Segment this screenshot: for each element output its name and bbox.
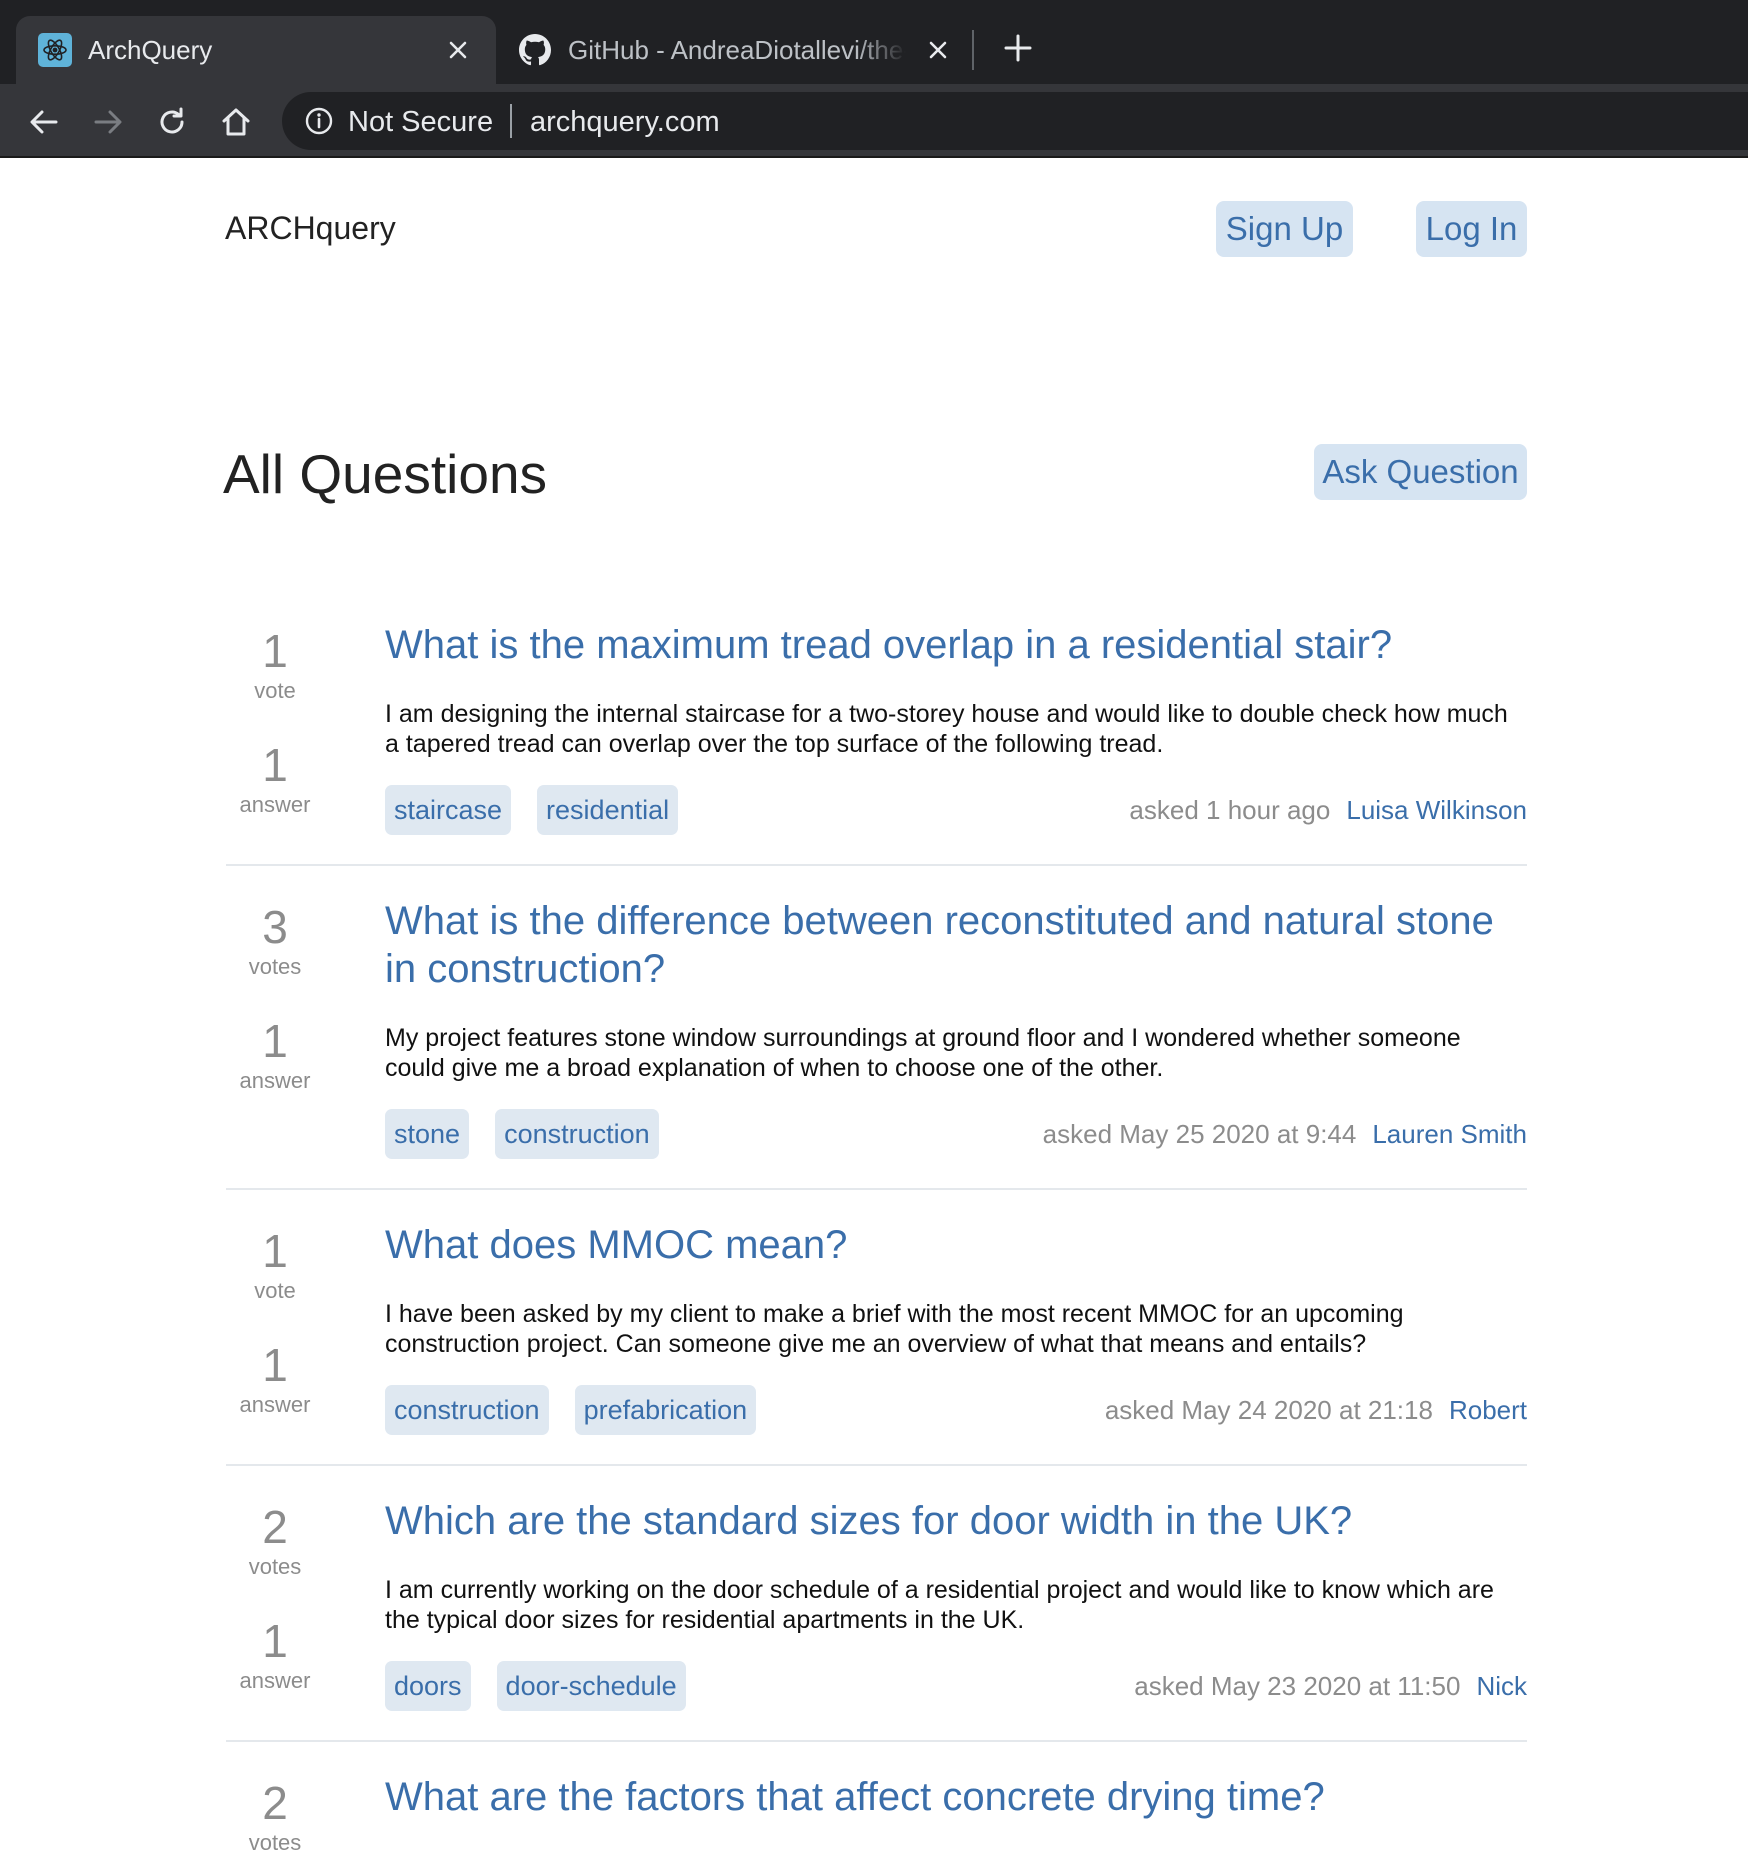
vote-label: vote (254, 1278, 296, 1303)
vote-count: 1 vote (226, 628, 324, 704)
asked-info: asked 1 hour ago Luisa Wilkinson (1129, 785, 1527, 835)
question-meta: doors door-schedule asked May 23 2020 at … (385, 1661, 1527, 1711)
log-in-button[interactable]: Log In (1416, 201, 1527, 257)
answer-count: 1 answer (226, 1618, 324, 1694)
page-title: All Questions (223, 443, 548, 505)
question-meta: staircase residential asked 1 hour ago Lui… (385, 785, 1527, 835)
react-icon (38, 33, 72, 67)
brand-logo[interactable]: ARCHquery (225, 210, 396, 247)
vote-label: votes (248, 1830, 302, 1855)
vote-count: 2 votes (226, 1504, 324, 1580)
question-title-link[interactable]: Which are the standard sizes for door wi… (385, 1497, 1527, 1545)
new-tab-plus-icon[interactable] (1000, 30, 1036, 66)
question-item: 1 vote 1 answer What is the maximum trea… (226, 590, 1527, 866)
tag-construction[interactable]: construction (385, 1385, 549, 1435)
question-stats: 2 votes (226, 1780, 324, 1856)
question-title-link[interactable]: What does MMOC mean? (385, 1221, 1527, 1269)
home-icon[interactable] (216, 102, 256, 142)
question-title-link[interactable]: What are the factors that affect concret… (385, 1773, 1527, 1821)
tag-staircase[interactable]: staircase (385, 785, 512, 835)
vote-number: 1 (262, 1225, 288, 1277)
tag-residential[interactable]: residential (537, 785, 679, 835)
vote-number: 2 (262, 1777, 288, 1829)
answer-count: 1 answer (226, 1342, 324, 1418)
vote-count: 2 votes (226, 1780, 324, 1856)
github-icon (518, 33, 552, 67)
question-excerpt: I am designing the internal staircase fo… (385, 700, 1508, 758)
asked-info: asked May 23 2020 at 11:50 Nick (1134, 1661, 1527, 1711)
asked-info: asked May 25 2020 at 9:44 Lauren Smith (1043, 1109, 1527, 1159)
reload-icon[interactable] (152, 102, 192, 142)
vote-count: 3 votes (226, 904, 324, 980)
answer-label: answer (239, 1668, 311, 1693)
tab-divider (972, 30, 974, 70)
question-stats: 2 votes 1 answer (226, 1504, 324, 1694)
close-icon[interactable] (444, 36, 472, 64)
answer-count: 1 answer (226, 742, 324, 818)
question-stats: 3 votes 1 answer (226, 904, 324, 1094)
tag-prefabrication[interactable]: prefabrication (574, 1385, 757, 1435)
answer-number: 1 (262, 1339, 288, 1391)
question-item: 2 votes 1 answer Which are the standard … (226, 1466, 1527, 1742)
ask-question-button[interactable]: Ask Question (1314, 444, 1527, 500)
asked-info: asked May 24 2020 at 21:18 Robert (1105, 1385, 1527, 1435)
address-bar[interactable]: Not Secure archquery.com (282, 92, 1748, 150)
question-excerpt: I am currently working on the door sched… (385, 1576, 1494, 1634)
author-link[interactable]: Nick (1476, 1671, 1527, 1701)
answer-number: 1 (262, 1015, 288, 1067)
vote-label: votes (248, 1554, 302, 1579)
vote-number: 2 (262, 1501, 288, 1553)
question-stats: 1 vote 1 answer (226, 628, 324, 818)
question-title-link[interactable]: What is the difference between reconstit… (385, 897, 1527, 993)
tag-construction[interactable]: construction (495, 1109, 659, 1159)
browser-toolbar: Not Secure archquery.com (0, 84, 1748, 158)
question-meta: construction prefabrication asked May 24 … (385, 1385, 1527, 1435)
vote-count: 1 vote (226, 1228, 324, 1304)
tab-title: GitHub - AndreaDiotallevi/the-f (568, 34, 906, 65)
back-arrow-icon[interactable] (24, 102, 64, 142)
question-title-link[interactable]: What is the maximum tread overlap in a r… (385, 621, 1527, 669)
close-icon[interactable] (924, 36, 952, 64)
vote-label: vote (254, 678, 296, 703)
answer-label: answer (239, 792, 311, 817)
tab-github[interactable]: GitHub - AndreaDiotallevi/the-f (496, 16, 976, 84)
sign-up-button[interactable]: Sign Up (1216, 201, 1353, 257)
url-text[interactable]: archquery.com (530, 106, 720, 139)
tab-title: ArchQuery (88, 34, 213, 65)
info-icon[interactable] (304, 106, 334, 136)
forward-arrow-icon[interactable] (88, 102, 128, 142)
author-link[interactable]: Lauren Smith (1372, 1119, 1527, 1149)
browser-tab-strip: ArchQuery GitHub - AndreaDiotallevi/the-… (0, 0, 1748, 84)
author-link[interactable]: Luisa Wilkinson (1346, 795, 1527, 825)
vote-number: 3 (262, 901, 288, 953)
security-label: Not Secure (348, 106, 494, 138)
question-item: 3 votes 1 answer What is the difference … (226, 866, 1527, 1190)
vote-label: votes (248, 954, 302, 979)
tab-archquery[interactable]: ArchQuery (16, 16, 496, 84)
question-excerpt: I have been asked by my client to make a… (385, 1300, 1404, 1358)
address-divider (510, 104, 512, 138)
tag-door-schedule[interactable]: door-schedule (496, 1661, 686, 1711)
asked-time: asked May 24 2020 at 21:18 (1104, 1395, 1433, 1425)
question-item: 1 vote 1 answer What does MMOC mean? I h… (226, 1190, 1527, 1466)
asked-time: asked May 23 2020 at 11:50 (1134, 1671, 1461, 1701)
question-list: 1 vote 1 answer What is the maximum trea… (226, 590, 1527, 1855)
vote-number: 1 (262, 625, 288, 677)
answer-count: 1 answer (226, 1018, 324, 1094)
answer-number: 1 (262, 1615, 288, 1667)
answer-label: answer (239, 1392, 311, 1417)
asked-time: asked 1 hour ago (1129, 795, 1331, 825)
author-link[interactable]: Robert (1449, 1395, 1527, 1425)
tag-stone[interactable]: stone (385, 1109, 470, 1159)
page: ARCHquery Sign Up Log In All Questions A… (0, 160, 1748, 1855)
question-excerpt: My project features stone window surroun… (385, 1024, 1461, 1082)
asked-time: asked May 25 2020 at 9:44 (1042, 1119, 1357, 1149)
question-item: 2 votes What are the factors that affect… (226, 1742, 1527, 1855)
answer-label: answer (239, 1068, 311, 1093)
answer-number: 1 (262, 739, 288, 791)
question-stats: 1 vote 1 answer (226, 1228, 324, 1418)
tag-doors[interactable]: doors (385, 1661, 471, 1711)
question-meta: stone construction asked May 25 2020 at 9… (385, 1109, 1527, 1159)
